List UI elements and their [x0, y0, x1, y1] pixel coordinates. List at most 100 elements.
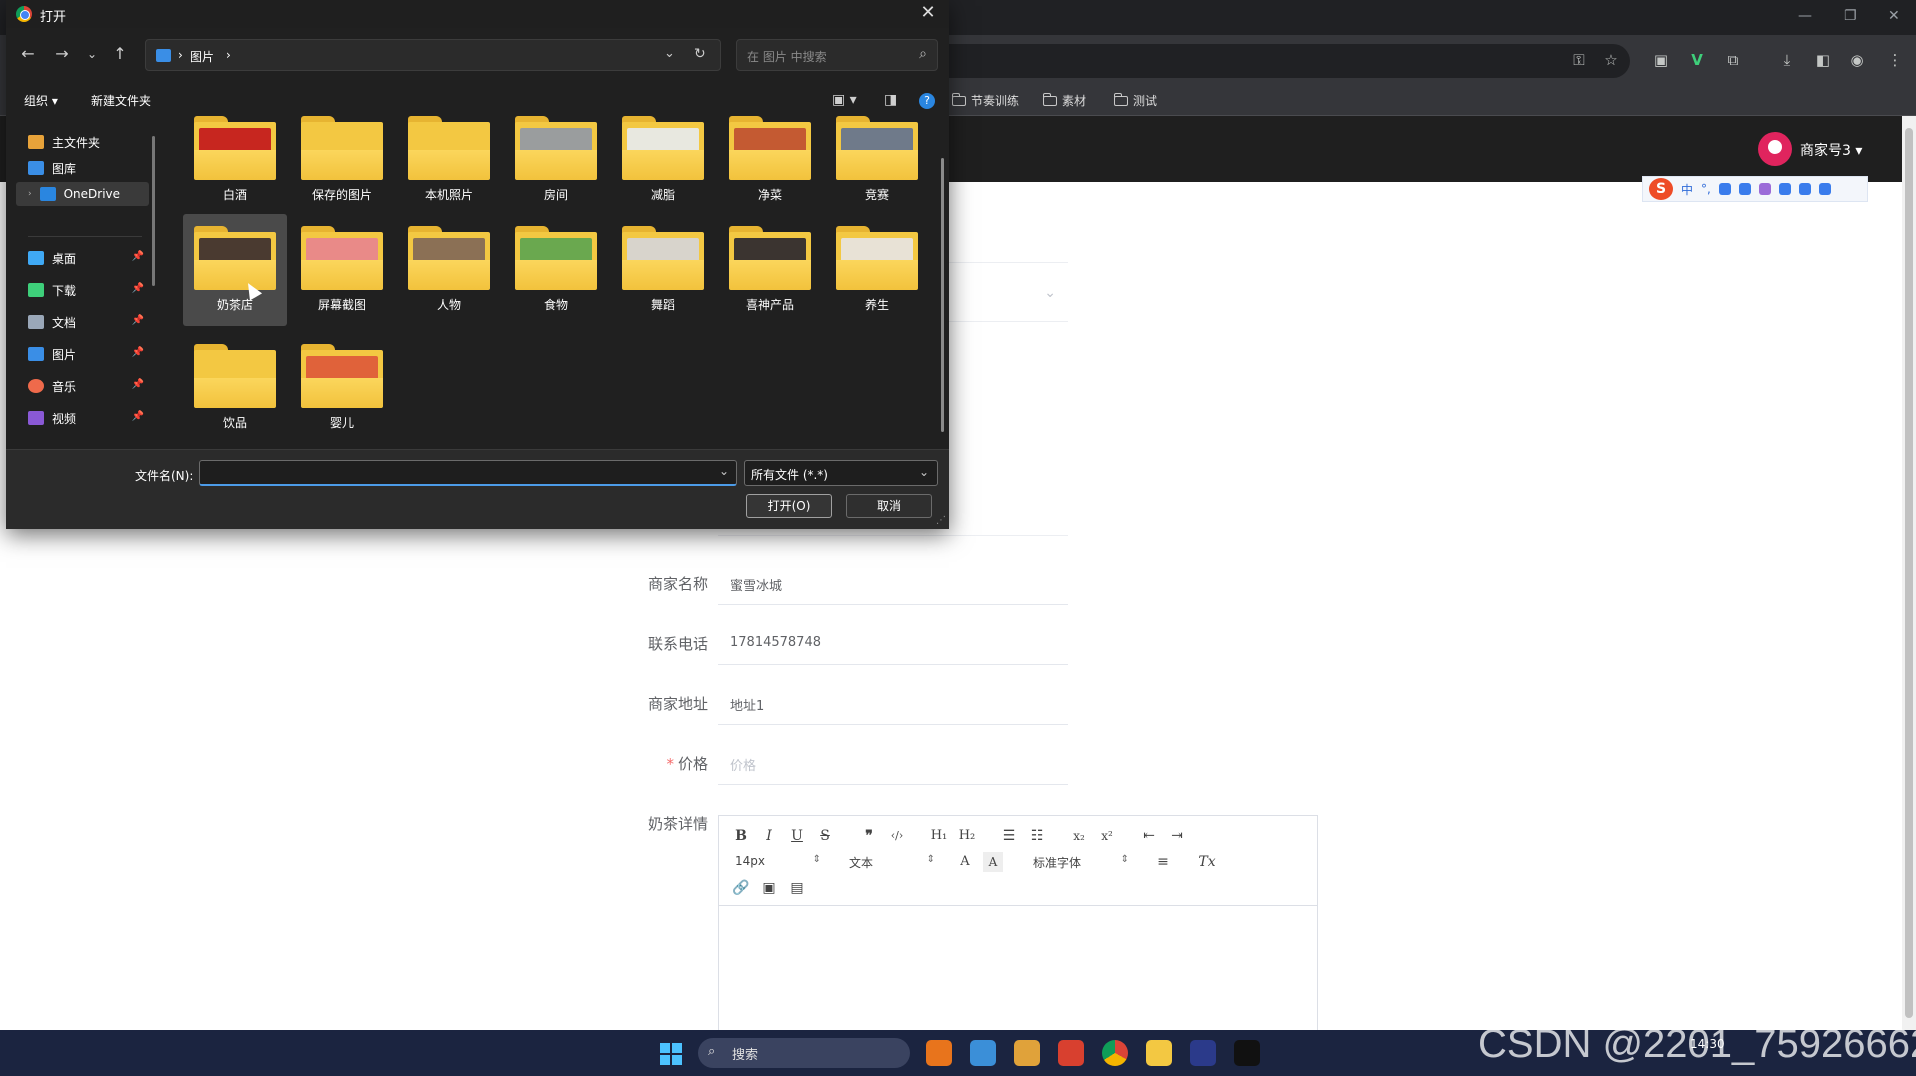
- extension-icon[interactable]: ▣: [1652, 51, 1670, 69]
- restore-icon[interactable]: ❐: [1844, 8, 1857, 24]
- code-icon[interactable]: ‹/›: [887, 826, 907, 846]
- netease-app-icon[interactable]: [1058, 1040, 1084, 1066]
- folder-食物[interactable]: 食物: [504, 214, 608, 326]
- folder-净菜[interactable]: 净菜: [718, 116, 822, 216]
- puzzle-icon[interactable]: ⧉: [1724, 51, 1742, 69]
- vue-devtools-icon[interactable]: V: [1688, 51, 1706, 69]
- ime-mode[interactable]: 中: [1681, 181, 1693, 198]
- bookmark-item[interactable]: 素材: [1042, 92, 1086, 109]
- organize-menu[interactable]: 组织 ▾: [24, 92, 58, 109]
- blockquote-icon[interactable]: ❞: [859, 826, 879, 846]
- folder-竞赛[interactable]: 竞赛: [825, 116, 929, 216]
- recent-dropdown-icon[interactable]: ⌄: [82, 44, 102, 64]
- folder-保存的图片[interactable]: 保存的图片: [290, 116, 394, 216]
- folder-本机照片[interactable]: 本机照片: [397, 116, 501, 216]
- nav-item-gallery[interactable]: 图库: [28, 156, 148, 180]
- editor-content[interactable]: [719, 906, 1317, 1046]
- filename-input[interactable]: [199, 460, 737, 486]
- size-picker[interactable]: 14px ⇕: [735, 854, 821, 868]
- key-icon[interactable]: ⚿: [1570, 51, 1588, 69]
- nav-item-downloads[interactable]: 下载 📌: [28, 278, 148, 302]
- forward-icon[interactable]: →: [52, 44, 72, 64]
- windows-start-icon[interactable]: [660, 1043, 682, 1065]
- nav-item-documents[interactable]: 文档 📌: [28, 310, 148, 334]
- view-mode-icon[interactable]: ▣ ▾: [832, 92, 857, 108]
- taskbar-search[interactable]: ⌕ 搜索: [698, 1038, 910, 1068]
- h2-icon[interactable]: H₂: [957, 826, 977, 846]
- bullet-list-icon[interactable]: ☷: [1027, 826, 1047, 846]
- folder-奶茶店[interactable]: 奶茶店: [183, 214, 287, 326]
- help-icon[interactable]: ?: [919, 93, 935, 109]
- path-bar[interactable]: › 图片 › ⌄ ↻: [145, 39, 721, 71]
- sogou-logo-icon[interactable]: S: [1649, 178, 1673, 200]
- link-icon[interactable]: 🔗: [731, 878, 751, 898]
- page-scrollbar[interactable]: [1902, 116, 1916, 1030]
- nav-item-videos[interactable]: 视频 📌: [28, 406, 148, 430]
- everything-app-icon[interactable]: [926, 1040, 952, 1066]
- avatar[interactable]: [1758, 132, 1792, 166]
- nav-item-home[interactable]: 主文件夹: [28, 130, 148, 154]
- file-list-scrollbar[interactable]: [941, 158, 944, 432]
- grid-icon[interactable]: [1798, 183, 1811, 195]
- video-icon[interactable]: ▤: [787, 878, 807, 898]
- settings-icon[interactable]: [1818, 183, 1831, 195]
- minimize-icon[interactable]: —: [1798, 8, 1812, 24]
- folder-房间[interactable]: 房间: [504, 116, 608, 216]
- bookmark-item[interactable]: 节奏训练: [951, 92, 1019, 109]
- nav-item-pictures[interactable]: 图片 📌: [28, 342, 148, 366]
- align-icon[interactable]: ≡: [1153, 852, 1173, 872]
- star-icon[interactable]: ☆: [1602, 51, 1620, 69]
- font-picker[interactable]: 标准字体 ⇕: [1033, 854, 1129, 871]
- resize-grip-icon[interactable]: ⋰: [936, 515, 946, 526]
- qq-app-icon[interactable]: [1234, 1040, 1260, 1066]
- cancel-button[interactable]: 取消: [846, 494, 932, 518]
- filetype-select[interactable]: 所有文件 (*.*) ⌄: [744, 460, 938, 486]
- game-icon[interactable]: [1778, 183, 1791, 195]
- folder-屏幕截图[interactable]: 屏幕截图: [290, 214, 394, 326]
- price-input[interactable]: 价格: [718, 745, 1068, 785]
- pin-icon[interactable]: 📌: [132, 283, 144, 294]
- scrollbar-thumb[interactable]: [1905, 128, 1913, 1018]
- ime-punct[interactable]: °,: [1701, 182, 1711, 196]
- folder-舞蹈[interactable]: 舞蹈: [611, 214, 715, 326]
- close-icon[interactable]: ✕: [917, 2, 939, 23]
- pin-icon[interactable]: 📌: [132, 251, 144, 262]
- strike-icon[interactable]: S: [815, 826, 835, 846]
- superscript-icon[interactable]: x²: [1097, 826, 1117, 846]
- up-icon[interactable]: ↑: [110, 44, 130, 64]
- folder-婴儿[interactable]: 婴儿: [290, 332, 394, 444]
- nav-scrollbar[interactable]: [152, 136, 155, 286]
- pin-icon[interactable]: 📌: [132, 411, 144, 422]
- pin-icon[interactable]: 📌: [132, 379, 144, 390]
- keyboard-icon[interactable]: [1738, 183, 1751, 195]
- pin-icon[interactable]: 📌: [132, 315, 144, 326]
- italic-icon[interactable]: I: [759, 826, 779, 846]
- sidepanel-icon[interactable]: ◧: [1814, 51, 1832, 69]
- search-input[interactable]: 在 图片 中搜索 ⌕: [736, 39, 938, 71]
- bold-icon[interactable]: B: [731, 826, 751, 846]
- folder-白酒[interactable]: 白酒: [183, 116, 287, 216]
- folder-人物[interactable]: 人物: [397, 214, 501, 326]
- profile-icon[interactable]: ◉: [1848, 51, 1866, 69]
- user-menu[interactable]: 商家号3 ▾: [1800, 140, 1862, 160]
- merchant-name-input[interactable]: 蜜雪冰城: [718, 565, 1068, 605]
- folder-饮品[interactable]: 饮品: [183, 332, 287, 444]
- new-folder-button[interactable]: 新建文件夹: [91, 92, 151, 109]
- mic-icon[interactable]: [1718, 183, 1731, 195]
- ordered-list-icon[interactable]: ☰: [999, 826, 1019, 846]
- ide-app-icon[interactable]: [1190, 1040, 1216, 1066]
- text-color-icon[interactable]: A: [955, 852, 975, 872]
- outdent-icon[interactable]: ⇤: [1139, 826, 1159, 846]
- h1-icon[interactable]: H₁: [929, 826, 949, 846]
- nav-item-music[interactable]: 音乐 📌: [28, 374, 148, 398]
- preview-pane-icon[interactable]: ◨: [884, 92, 897, 108]
- mail-app-icon[interactable]: [970, 1040, 996, 1066]
- header-picker[interactable]: 文本 ⇕: [849, 854, 935, 871]
- folder-养生[interactable]: 养生: [825, 214, 929, 326]
- explorer-app-icon[interactable]: [1146, 1040, 1172, 1066]
- clear-format-icon[interactable]: Tx: [1197, 852, 1217, 872]
- chevron-down-icon[interactable]: ⌄: [664, 46, 675, 61]
- pin-icon[interactable]: 📌: [132, 347, 144, 358]
- bookmark-item[interactable]: 测试: [1113, 92, 1157, 109]
- address-input[interactable]: 地址1: [718, 685, 1068, 725]
